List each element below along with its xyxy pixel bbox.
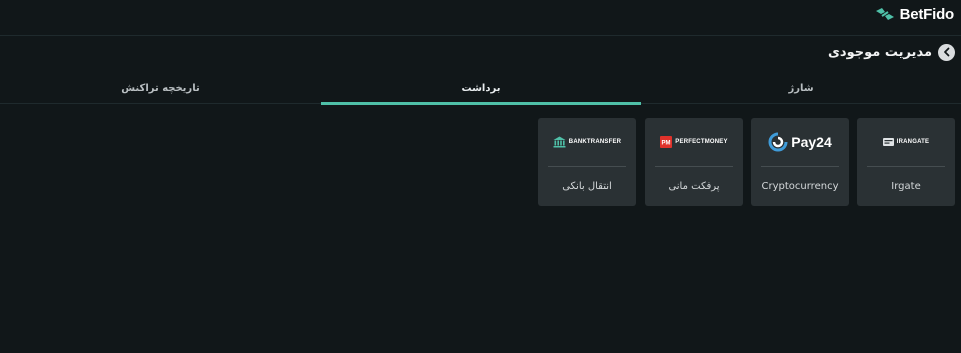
tab-bar: شارژ برداشت تاریخچه تراکنش xyxy=(0,72,961,105)
method-card-cryptocurrency[interactable]: Pay24 Cryptocurrency xyxy=(751,118,849,206)
pay24-brand: Pay24 xyxy=(791,134,832,150)
method-card-banktransfer[interactable]: BANKTRANSFER انتقال بانکی xyxy=(538,118,636,206)
back-button[interactable] xyxy=(938,43,955,61)
banktransfer-brand: BANKTRANSFER xyxy=(568,139,622,145)
banktransfer-logo: BANKTRANSFER xyxy=(538,118,636,166)
irangate-logo: IRANGATE xyxy=(857,118,955,166)
perfectmoney-icon: PM xyxy=(660,136,673,148)
tab-withdraw[interactable]: برداشت xyxy=(321,72,641,104)
method-label: پرفکت مانی xyxy=(668,180,720,192)
active-tab-indicator xyxy=(321,102,641,105)
brand-name: BetFido xyxy=(899,5,955,23)
perfectmoney-brand: PERFECTMONEY xyxy=(675,139,728,145)
method-label: Irgate xyxy=(891,180,921,192)
method-label: Cryptocurrency xyxy=(761,180,839,192)
irangate-icon xyxy=(882,138,894,146)
page-title: مدیریت موجودی xyxy=(828,44,932,60)
top-bar: BetFido xyxy=(0,0,961,36)
svg-text:PM: PM xyxy=(662,141,671,147)
tab-charge[interactable]: شارژ xyxy=(641,72,961,104)
brand-logo[interactable]: BetFido xyxy=(875,5,954,23)
method-label: انتقال بانکی xyxy=(562,180,612,192)
method-card-perfectmoney[interactable]: PM PERFECTMONEY پرفکت مانی xyxy=(645,118,743,206)
perfectmoney-logo: PM PERFECTMONEY xyxy=(645,118,743,166)
tab-transaction-history[interactable]: تاریخچه تراکنش xyxy=(0,72,321,104)
betfido-logo-icon xyxy=(875,8,894,20)
pay24-logo: Pay24 xyxy=(751,118,849,166)
method-card-irgate[interactable]: IRANGATE Irgate xyxy=(857,118,955,206)
irangate-brand: IRANGATE xyxy=(896,139,930,145)
bank-icon xyxy=(553,136,566,148)
chevron-left-icon xyxy=(943,47,949,57)
pay24-icon xyxy=(768,132,788,152)
page-header: مدیریت موجودی xyxy=(828,43,955,61)
